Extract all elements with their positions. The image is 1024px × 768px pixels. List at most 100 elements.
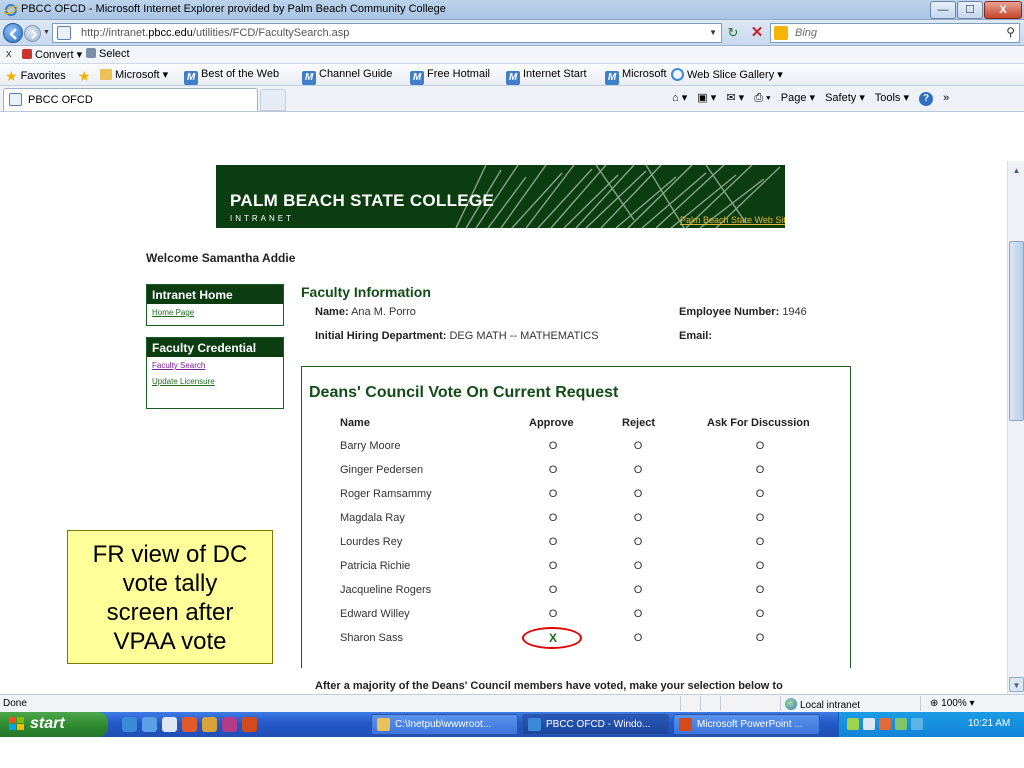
security-zone[interactable]: Local intranet (785, 698, 860, 711)
zoom-level[interactable]: ⊕ 100% ▾ (930, 698, 975, 709)
status-divider (700, 696, 701, 711)
quick-launch-powerpoint-icon[interactable] (242, 717, 257, 732)
maximize-button[interactable]: ☐ (957, 1, 983, 19)
welcome-message: Welcome Samantha Addie (146, 251, 296, 265)
stop-button[interactable]: ✕ (746, 23, 768, 43)
tab-pbcc-ofcd[interactable]: PBCC OFCD (3, 88, 258, 111)
feeds-button[interactable]: ▣ ▾ (697, 92, 716, 104)
status-divider (920, 696, 921, 711)
safety-menu[interactable]: Safety ▾ (825, 92, 865, 104)
vertical-scrollbar[interactable]: ▲ ▼ (1007, 161, 1024, 694)
vote-instructions: After a majority of the Deans' Council m… (315, 680, 783, 692)
college-banner: PALM BEACH STATE COLLEGE INTRANET Palm B… (216, 165, 785, 228)
vote-title: Deans' Council Vote On Current Request (309, 384, 619, 401)
start-button[interactable]: start (0, 712, 108, 737)
taskbar-button-pbcc-ofcd[interactable]: PBCC OFCD - Windo... (522, 714, 669, 735)
folder-icon (377, 718, 390, 731)
taskbar-clock[interactable]: 10:21 AM (968, 718, 1010, 729)
approve-cell: X (548, 631, 557, 645)
select-button[interactable]: Select (86, 48, 130, 60)
approve-cell: O (548, 536, 558, 548)
voter-name: Barry Moore (340, 440, 401, 452)
discuss-cell: O (755, 632, 765, 644)
msn-icon: M (605, 71, 619, 85)
read-mail-button[interactable]: ✉ ▾ (726, 92, 744, 104)
discuss-cell: O (755, 536, 765, 548)
home-page-link[interactable]: Home Page (147, 304, 283, 320)
security-tray-icon[interactable] (895, 718, 907, 730)
favorites-item-internet-start[interactable]: M Internet Start (506, 68, 587, 85)
quick-launch-media-icon[interactable] (182, 717, 197, 732)
favorites-item-channel-guide[interactable]: M Channel Guide (302, 68, 392, 85)
quick-launch-desktop-icon[interactable] (162, 717, 177, 732)
update-licensure-link[interactable]: Update Licensure (147, 373, 283, 389)
back-button[interactable] (3, 23, 23, 43)
refresh-button[interactable]: ↻ (722, 23, 744, 43)
help-icon[interactable]: ? (919, 92, 934, 106)
approve-cell: O (548, 584, 558, 596)
close-window-button[interactable]: X (984, 1, 1022, 19)
reject-cell: O (633, 608, 643, 620)
slide-background (0, 737, 1024, 768)
address-bar: ▼ http://intranet.pbcc.edu/utilities/FCD… (0, 20, 1024, 46)
favorites-item-microsoft[interactable]: Microsoft ▾ (100, 68, 168, 81)
column-header-approve: Approve (529, 417, 574, 429)
favorites-item-microsoft-msn[interactable]: M Microsoft (605, 68, 667, 85)
toolbar-overflow-button[interactable]: » (943, 92, 949, 104)
url-field[interactable]: http://intranet.pbcc.edu/utilities/FCD/F… (52, 23, 722, 43)
scroll-up-icon[interactable]: ▲ (1009, 163, 1024, 178)
status-divider (780, 696, 781, 711)
close-toolbar-button[interactable]: x (6, 48, 12, 60)
status-divider (680, 696, 681, 711)
favorites-bar: ★ Favorites ★ Microsoft ▾ M Best of the We… (0, 64, 1024, 86)
favorites-button[interactable]: ★ Favorites (5, 68, 66, 85)
approve-cell: O (548, 440, 558, 452)
signal-icon[interactable] (847, 718, 859, 730)
convert-button[interactable]: Convert ▾ (22, 48, 82, 61)
url-text: http://intranet.pbcc.edu/utilities/FCD/F… (81, 27, 350, 39)
search-input[interactable]: Bing ⚲ (770, 23, 1020, 43)
sync-icon[interactable] (911, 718, 923, 730)
voter-name: Lourdes Rey (340, 536, 403, 548)
tools-menu[interactable]: Tools ▾ (875, 92, 909, 104)
table-row: Lourdes Rey O O O (302, 532, 850, 554)
page-menu[interactable]: Page ▾ (781, 92, 815, 104)
quick-launch-messenger-icon[interactable] (202, 717, 217, 732)
faculty-name: Name: Ana M. Porro (315, 306, 416, 318)
favorites-item-free-hotmail[interactable]: M Free Hotmail (410, 68, 490, 85)
discuss-cell: O (755, 608, 765, 620)
url-dropdown-icon[interactable]: ▼ (709, 28, 717, 37)
voter-name: Edward Willey (340, 608, 410, 620)
msn-icon: M (410, 71, 424, 85)
quick-launch-onenote-icon[interactable] (222, 717, 237, 732)
scroll-down-icon[interactable]: ▼ (1009, 677, 1024, 692)
home-button[interactable]: ⌂ ▾ (672, 92, 687, 104)
faculty-search-link[interactable]: Faculty Search (147, 357, 283, 373)
favorites-item-web-slice-gallery[interactable]: Web Slice Gallery ▾ (671, 68, 783, 81)
faculty-credential-heading: Faculty Credential (147, 338, 283, 357)
palm-beach-web-site-link[interactable]: Palm Beach State Web Site (680, 215, 785, 225)
minimize-button[interactable]: — (930, 1, 956, 19)
approve-cell: O (548, 488, 558, 500)
page-icon (57, 26, 71, 40)
network-icon[interactable] (863, 718, 875, 730)
scrollbar-thumb[interactable] (1009, 241, 1024, 421)
discuss-cell: O (755, 440, 765, 452)
history-dropdown-icon[interactable]: ▼ (43, 29, 51, 37)
volume-icon[interactable] (879, 718, 891, 730)
search-icon[interactable]: ⚲ (1006, 25, 1015, 39)
quick-launch-browser-icon[interactable] (142, 717, 157, 732)
taskbar-button-inetpub[interactable]: C:\Inetpub\wwwroot... (371, 714, 518, 735)
print-button[interactable]: ⎙ ▾ (754, 92, 770, 104)
favorites-item-best-of-web[interactable]: M Best of the Web (184, 68, 279, 85)
taskbar-button-powerpoint[interactable]: Microsoft PowerPoint ... (673, 714, 820, 735)
voter-name: Magdala Ray (340, 512, 405, 524)
new-tab-button[interactable] (260, 89, 286, 111)
reject-cell: O (633, 584, 643, 596)
table-row: Jacqueline Rogers O O O (302, 580, 850, 602)
forward-button[interactable] (24, 25, 41, 42)
status-divider (720, 696, 721, 711)
internet-explorer-icon (4, 4, 18, 16)
add-favorite-button[interactable]: ★ (78, 68, 94, 85)
quick-launch-ie-icon[interactable] (122, 717, 137, 732)
